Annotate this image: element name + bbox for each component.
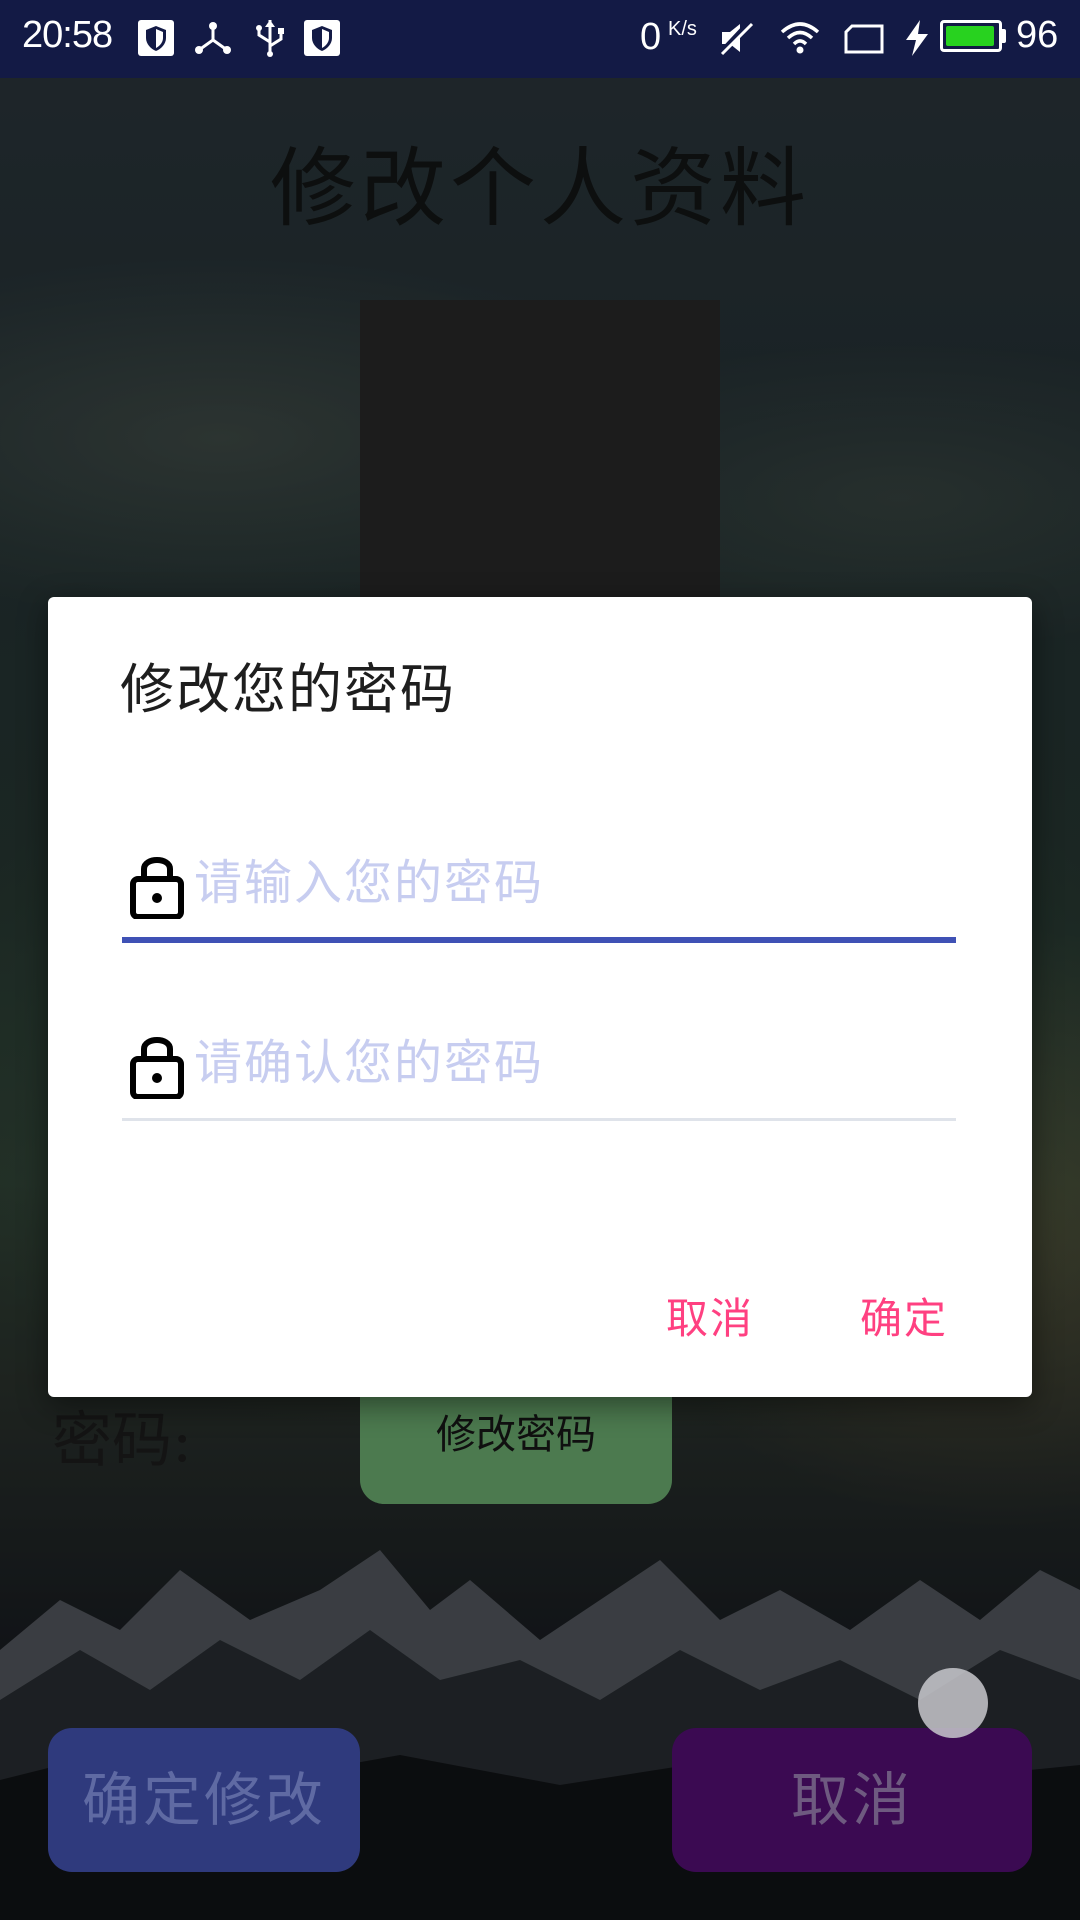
confirm-password-field xyxy=(122,1009,956,1121)
battery-icon xyxy=(940,20,1002,52)
usb-share-icon xyxy=(195,22,231,54)
change-password-dialog: 修改您的密码 取消 确定 xyxy=(48,597,1032,1397)
net-speed-unit: K/s xyxy=(668,18,697,40)
shield-icon xyxy=(304,20,340,56)
battery-level xyxy=(946,26,994,46)
wifi-icon xyxy=(780,22,820,54)
screen-icon xyxy=(844,24,884,54)
dialog-title: 修改您的密码 xyxy=(120,658,456,721)
charging-icon xyxy=(906,20,928,56)
screen: 修改个人资料 密码: 修改密码 确定修改 取消 20:58 0 K/s 96 修… xyxy=(0,0,1080,1920)
password-input-underline xyxy=(122,937,956,943)
status-bar: 20:58 0 K/s 96 xyxy=(0,0,1080,78)
page-title: 修改个人资料 xyxy=(270,139,810,239)
dialog-ok-button[interactable]: 确定 xyxy=(860,1285,948,1346)
usb-icon xyxy=(256,20,284,57)
mute-icon xyxy=(717,19,754,57)
change-password-button[interactable]: 修改密码 xyxy=(360,1380,672,1504)
confirm-edit-button[interactable]: 确定修改 xyxy=(48,1728,360,1872)
lock-icon xyxy=(130,857,184,919)
password-input[interactable] xyxy=(194,843,934,923)
avatar[interactable] xyxy=(360,300,720,620)
shield-icon xyxy=(138,20,174,56)
net-speed: 0 xyxy=(640,16,662,58)
battery-percent: 96 xyxy=(1016,14,1059,56)
lock-icon xyxy=(130,1037,184,1099)
confirm-password-input-underline xyxy=(122,1118,956,1121)
confirm-password-input[interactable] xyxy=(194,1023,934,1103)
floating-touch-button[interactable] xyxy=(918,1668,988,1738)
battery-nub xyxy=(1002,29,1006,43)
cancel-edit-button[interactable]: 取消 xyxy=(672,1728,1032,1872)
dialog-cancel-button[interactable]: 取消 xyxy=(666,1285,754,1346)
password-label: 密码: xyxy=(52,1406,193,1476)
status-time: 20:58 xyxy=(22,14,113,56)
password-field xyxy=(122,829,956,943)
